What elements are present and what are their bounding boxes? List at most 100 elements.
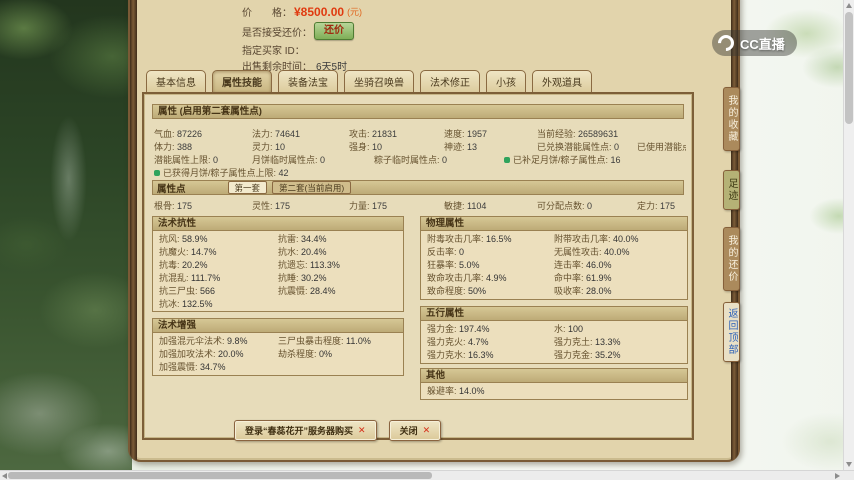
- stat-value: 175: [372, 201, 388, 211]
- stat-label: 可分配点数: [537, 201, 587, 211]
- stat-label: 根骨: [154, 201, 177, 211]
- stat-item: 抗震慑28.4%: [278, 285, 397, 298]
- tab-appearance-items[interactable]: 外观道具: [532, 70, 592, 93]
- points-title: 属性点: [157, 183, 186, 195]
- stat-label: 反击率: [427, 247, 459, 257]
- stat-value: 4.9%: [486, 273, 507, 283]
- stat-label: 定力: [637, 201, 660, 211]
- stat-value: 20.4%: [301, 247, 327, 257]
- stat-value: 0: [459, 247, 465, 257]
- stat-item: 吸收率28.0%: [554, 285, 681, 298]
- stats-row-4: 已获得月饼/粽子属性点上限42: [154, 167, 686, 179]
- stat-item: 加强加攻法术20.0%: [159, 348, 278, 361]
- scroll-up-arrow-icon[interactable]: [846, 3, 852, 8]
- stat-label: 潜能属性上限: [154, 155, 213, 165]
- stat-item: 潜能属性上限0: [154, 154, 252, 166]
- stat-label: 抗雷: [278, 234, 301, 244]
- stat-value: 16.3%: [468, 350, 494, 360]
- stat-value: 16.5%: [486, 234, 512, 244]
- stat-label: 抗风: [159, 234, 182, 244]
- stat-label: 敏捷: [444, 201, 467, 211]
- seal-icon: ✕: [422, 425, 431, 435]
- sidebar-item-my-favorites[interactable]: 我的收藏: [723, 87, 740, 151]
- scroll-down-arrow-icon[interactable]: [846, 462, 852, 467]
- horizontal-scrollbar[interactable]: [0, 470, 854, 480]
- close-button[interactable]: 关闭 ✕: [388, 420, 442, 441]
- stat-label: 附毒攻击几率: [427, 234, 486, 244]
- stat-label: 神迹: [444, 142, 467, 152]
- stat-label: 已使用潜能点: [637, 142, 686, 152]
- horizontal-scrollbar-thumb[interactable]: [8, 472, 432, 479]
- stat-label: 强力克火: [427, 337, 468, 347]
- five-elements-title: 五行属性: [421, 307, 687, 321]
- stat-label: 已获得月饼/粽子属性点上限: [163, 168, 279, 178]
- stat-value: 28.4%: [310, 286, 336, 296]
- stat-item-bulleted: 已获得月饼/粽子属性点上限42: [154, 167, 289, 179]
- tab-mount-summons[interactable]: 坐骑召唤兽: [344, 70, 414, 93]
- other-section: 其他 躲避率14.0%: [420, 368, 688, 400]
- stat-value: 13: [467, 142, 478, 152]
- stat-item: 抗冰132.5%: [159, 298, 278, 311]
- stat-item: 抗三尸虫566: [159, 285, 278, 298]
- scroll-left-arrow-icon[interactable]: [2, 473, 7, 479]
- stat-value: 11.0%: [346, 336, 371, 346]
- stat-item: 三尸虫暴击程度11.0%: [278, 335, 397, 348]
- counter-offer-button[interactable]: 还价: [314, 22, 354, 40]
- stat-item: 灵力10: [252, 141, 349, 153]
- points-section-header: 属性点 第一套 第二套(当前启用): [152, 180, 684, 195]
- stat-value: 40.0%: [604, 247, 630, 257]
- login-server-buy-button[interactable]: 登录“春蕊花开”服务器购买 ✕: [234, 420, 377, 441]
- stat-label: 月饼临时属性点: [252, 155, 320, 165]
- sidebar-item-my-counter-offers[interactable]: 我的还价: [723, 227, 740, 291]
- vertical-scrollbar[interactable]: [843, 0, 854, 470]
- magic-enhance-section: 法术增强 加强混元伞法术9.8% 三尸虫暴击程度11.0% 加强加攻法术20.0…: [152, 318, 404, 376]
- stat-value: 9.8%: [227, 336, 248, 346]
- stat-label: 抗睡: [278, 273, 301, 283]
- tab-spell-correction[interactable]: 法术修正: [420, 70, 480, 93]
- login-server-buy-label: 登录“春蕊花开”服务器购买: [245, 426, 354, 436]
- counter-offer-row: 是否接受还价： 还价: [242, 22, 354, 40]
- stat-item: 连击率46.0%: [554, 259, 681, 272]
- tab-equipment-treasures[interactable]: 装备法宝: [278, 70, 338, 93]
- stat-label: 强力金: [427, 324, 459, 334]
- scroll-right-arrow-icon[interactable]: [835, 473, 840, 479]
- magic-resist-grid: 抗风58.9% 抗雷34.4% 抗魔火14.7% 抗水20.4% 抗毒20.2%…: [153, 231, 403, 313]
- sidebar-item-footprints[interactable]: 足迹: [723, 170, 740, 210]
- tab-attributes-skills[interactable]: 属性技能: [212, 70, 272, 93]
- vertical-scrollbar-thumb[interactable]: [845, 12, 853, 124]
- other-title: 其他: [421, 369, 687, 383]
- stat-value: 0: [614, 142, 620, 152]
- stat-label: 抗魔火: [159, 247, 191, 257]
- seal-icon: ✕: [358, 425, 366, 435]
- points-tab-set1[interactable]: 第一套: [227, 181, 268, 194]
- stat-value: 21831: [372, 129, 398, 139]
- stat-value: 58.9%: [182, 234, 208, 244]
- stat-item: 强力金197.4%: [427, 323, 554, 336]
- stat-value: 50%: [468, 286, 487, 296]
- stat-item: 粽子临时属性点0: [374, 154, 504, 166]
- tab-child[interactable]: 小孩: [486, 70, 526, 93]
- magic-enhance-title: 法术增强: [153, 319, 403, 333]
- trade-detail-panel: 价 格： ¥8500.00 (元) 是否接受还价： 还价 指定买家 ID： 出售…: [128, 0, 740, 462]
- five-elements-grid: 强力金197.4% 水100 强力克火4.7% 强力克土13.3% 强力克水16…: [421, 321, 687, 364]
- stat-item: 附带攻击几率40.0%: [554, 233, 681, 246]
- back-to-top-button[interactable]: 返回顶部: [723, 302, 740, 362]
- stat-item: 月饼临时属性点0: [252, 154, 374, 166]
- stat-label: 附带攻击几率: [554, 234, 613, 244]
- stat-item: 加强震慑34.7%: [159, 361, 278, 374]
- side-nav: 我的收藏 足迹 我的还价 返回顶部: [723, 0, 743, 464]
- stat-value: 26589631: [578, 129, 619, 139]
- stat-item: 劫杀程度0%: [278, 348, 397, 361]
- stat-label: 已补足月饼/粽子属性点: [513, 155, 611, 165]
- stat-value: 20.0%: [218, 349, 244, 359]
- points-tab-set2[interactable]: 第二套(当前启用): [272, 181, 352, 194]
- stat-label: 躲避率: [427, 386, 459, 396]
- stat-value: 74641: [275, 129, 301, 139]
- stat-item: 敏捷1104: [444, 200, 537, 212]
- stat-item: 已使用潜能点0: [637, 141, 686, 153]
- cc-live-logo-text: CC直播: [740, 36, 785, 52]
- stat-item: 强身10: [349, 141, 444, 153]
- stat-item: 抗水20.4%: [278, 246, 397, 259]
- stat-value: 13.3%: [595, 337, 621, 347]
- tab-basic-info[interactable]: 基本信息: [146, 70, 206, 93]
